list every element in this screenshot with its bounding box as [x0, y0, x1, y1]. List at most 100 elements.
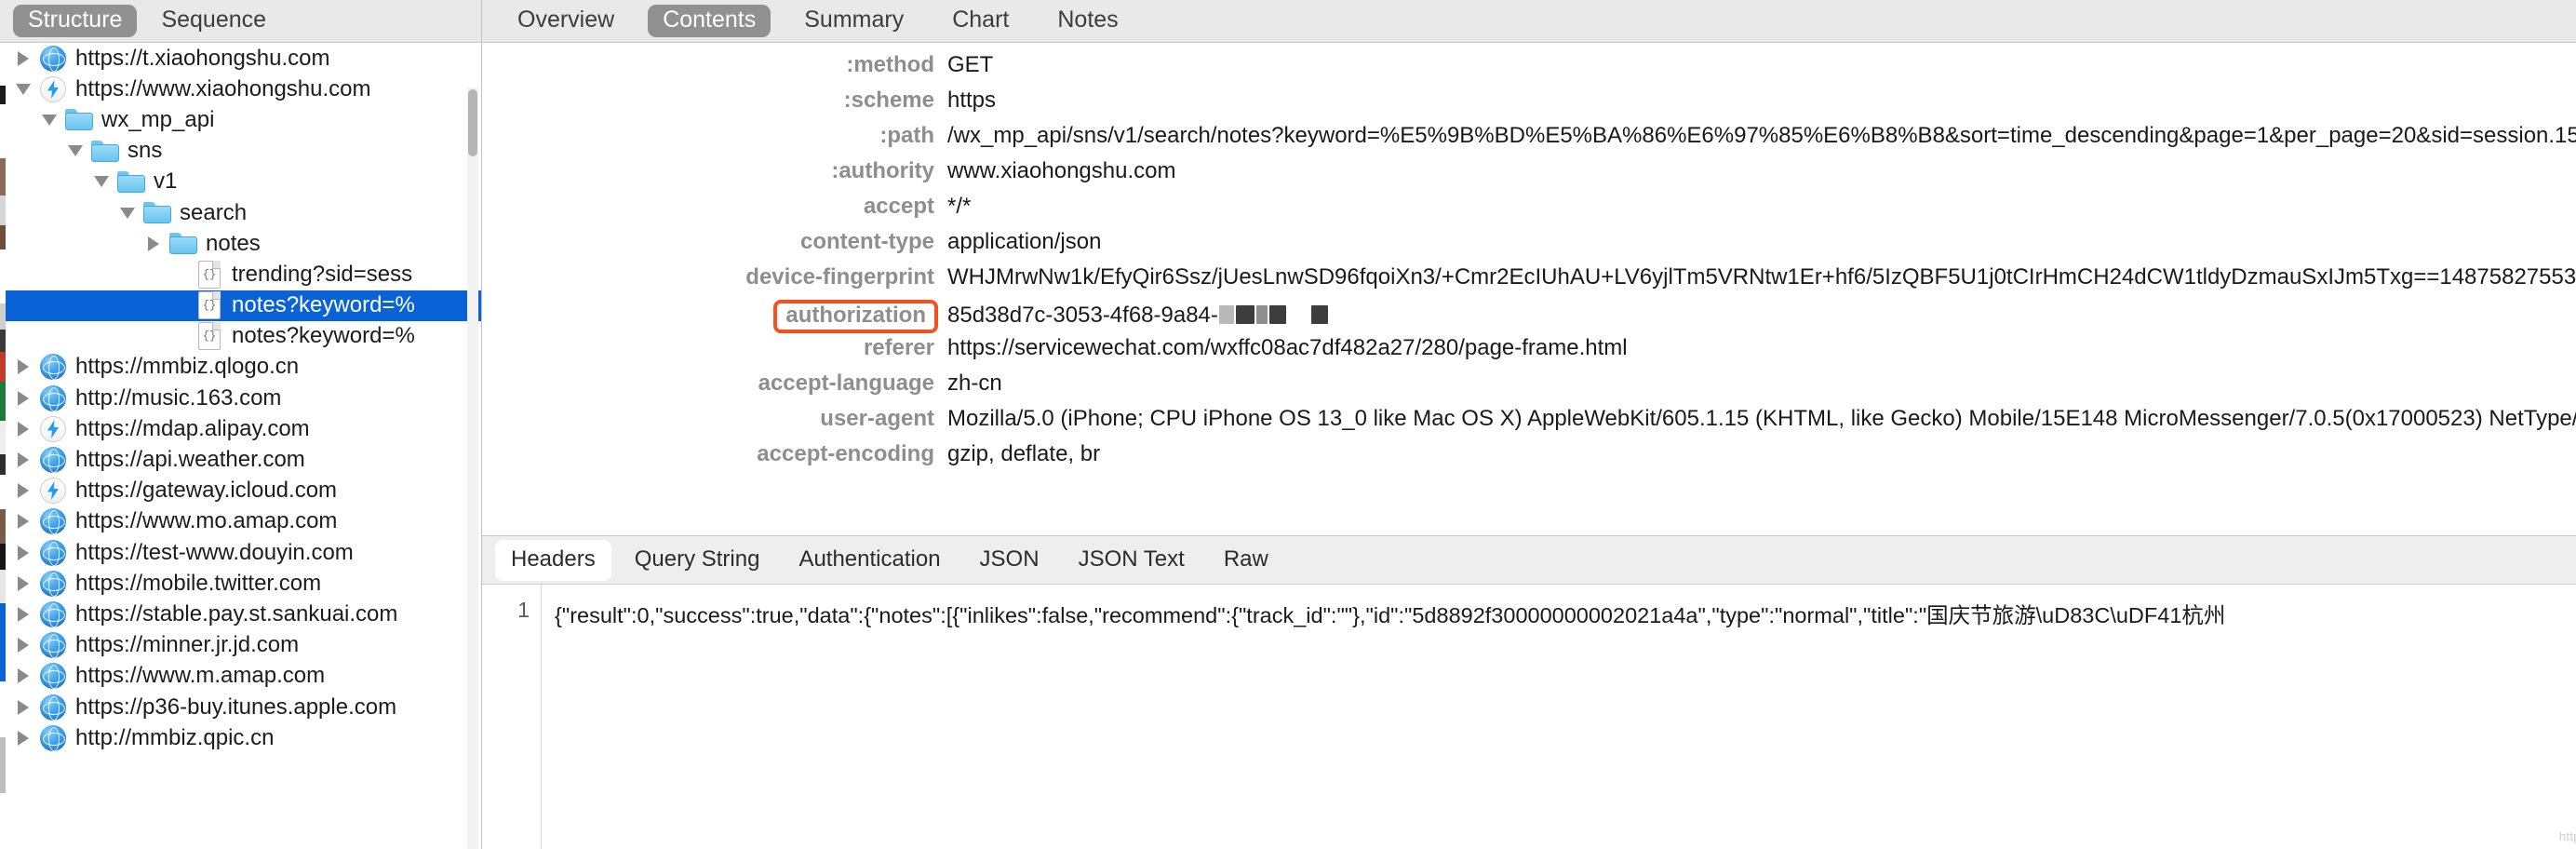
response-body-text: {"result":0,"success":true,"data":{"note… [555, 603, 2226, 627]
tree-row[interactable]: https://test-www.douyin.com [0, 537, 481, 568]
json-file-icon: {} [198, 322, 221, 351]
header-row[interactable]: referer https://servicewechat.com/wxffc08… [482, 335, 2576, 371]
redaction-block [1255, 305, 1268, 324]
tab-summary[interactable]: Summary [789, 5, 919, 37]
response-body-viewer[interactable]: 1 {"result":0,"success":true,"data":{"no… [482, 585, 2576, 849]
tree-row-selected[interactable]: {} notes?keyword=% [0, 290, 481, 321]
folder-icon [65, 109, 93, 131]
header-row[interactable]: accept */* [482, 194, 2576, 229]
header-value: GET [947, 52, 994, 77]
chevron-right-icon[interactable] [13, 359, 34, 375]
chevron-right-icon[interactable] [13, 699, 34, 715]
header-value: WHJMrwNw1k/EfyQir6Ssz/jUesLnwSD96fqoiXn3… [947, 264, 2576, 290]
header-key-cell: referer [482, 335, 947, 361]
body-tab-authentication[interactable]: Authentication [783, 540, 956, 581]
tree-row[interactable]: wx_mp_api [0, 104, 481, 135]
tree-row[interactable]: http://music.163.com [0, 383, 481, 413]
chevron-right-icon[interactable] [13, 50, 34, 66]
chevron-right-icon[interactable] [13, 730, 34, 746]
tree-row[interactable]: notes [0, 228, 481, 259]
tree-row[interactable]: https://www.m.amap.com [0, 661, 481, 692]
header-value-cell: GET [947, 52, 2576, 78]
header-key: device-fingerprint [745, 264, 934, 290]
chevron-right-icon[interactable] [13, 545, 34, 560]
header-row[interactable]: authorization 85d38d7c-3053-4f68-9a84- [482, 300, 2576, 335]
tree-row[interactable]: https://mdap.alipay.com [0, 413, 481, 444]
tree-row-icon [39, 724, 67, 752]
tree-row[interactable]: search [0, 197, 481, 228]
tree-row[interactable]: https://stable.pay.st.sankuai.com [0, 599, 481, 629]
tree-scrollbar[interactable] [467, 88, 478, 849]
tree-row-label: http://mmbiz.qpic.cn [75, 724, 275, 750]
body-tab-headers[interactable]: Headers [495, 539, 611, 581]
body-tab-json[interactable]: JSON [964, 540, 1055, 581]
globe-icon [40, 600, 66, 627]
tree-row[interactable]: http://mmbiz.qpic.cn [0, 722, 481, 753]
chevron-down-icon[interactable] [13, 83, 34, 95]
chevron-right-icon[interactable] [13, 514, 34, 530]
chevron-right-icon[interactable] [13, 606, 34, 622]
chevron-down-icon[interactable] [117, 207, 138, 219]
tree-scrollbar-thumb[interactable] [468, 89, 477, 156]
tab-structure[interactable]: Structure [13, 5, 138, 37]
chevron-right-icon[interactable] [13, 638, 34, 654]
body-tab-query-string[interactable]: Query String [619, 540, 776, 581]
tab-overview[interactable]: Overview [503, 5, 629, 37]
header-row[interactable]: :path/wx_mp_api/sns/v1/search/notes?keyw… [482, 123, 2576, 158]
chevron-right-icon[interactable] [13, 575, 34, 591]
tree-row-label: https://www.m.amap.com [75, 663, 326, 689]
chevron-right-icon[interactable] [13, 483, 34, 499]
header-row[interactable]: accept-encoding gzip, deflate, br [482, 441, 2576, 477]
tree-row[interactable]: https://mobile.twitter.com [0, 568, 481, 599]
header-key: user-agent [820, 406, 934, 431]
header-row[interactable]: content-type application/json [482, 229, 2576, 264]
tree-row[interactable]: https://www.mo.amap.com [0, 506, 481, 537]
header-row[interactable]: :method GET [482, 52, 2576, 88]
header-value-cell: gzip, deflate, br [947, 441, 2576, 467]
tree-row-icon: {} [195, 291, 223, 320]
header-row[interactable]: accept-language zh-cn [482, 371, 2576, 406]
tree-row[interactable]: https://mmbiz.qlogo.cn [0, 352, 481, 383]
tree-row[interactable]: https://t.xiaohongshu.com [0, 43, 481, 74]
tab-chart[interactable]: Chart [937, 5, 1024, 37]
header-key: :scheme [843, 88, 934, 113]
chevron-right-icon[interactable] [13, 452, 34, 468]
header-row[interactable]: :authority www.xiaohongshu.com [482, 158, 2576, 194]
tree-row[interactable]: https://www.xiaohongshu.com [0, 74, 481, 104]
tree-row[interactable]: {} notes?keyword=% [0, 321, 481, 352]
tree-row[interactable]: https://minner.jr.jd.com [0, 630, 481, 661]
globe-icon [40, 694, 66, 721]
chevron-down-icon[interactable] [39, 114, 60, 126]
tree-row[interactable]: https://p36-buy.itunes.apple.com [0, 692, 481, 722]
tree-row-icon [39, 446, 67, 474]
tree-row-label: https://stable.pay.st.sankuai.com [75, 600, 398, 627]
header-row[interactable]: :scheme https [482, 88, 2576, 123]
tree-row-label: v1 [154, 168, 178, 195]
chevron-right-icon[interactable] [13, 390, 34, 406]
chevron-right-icon[interactable] [13, 668, 34, 684]
header-value-cell: /wx_mp_api/sns/v1/search/notes?keyword=%… [947, 123, 2576, 149]
tab-notes[interactable]: Notes [1042, 5, 1133, 37]
tree-row[interactable]: https://gateway.icloud.com [0, 476, 481, 506]
header-key-cell: device-fingerprint [482, 264, 947, 290]
globe-icon [40, 724, 66, 751]
tree-row[interactable]: {} trending?sid=sess [0, 259, 481, 290]
header-row[interactable]: user-agent Mozilla/5.0 (iPhone; CPU iPhon… [482, 406, 2576, 441]
bolt-icon [40, 478, 66, 505]
tree-row[interactable]: sns [0, 136, 481, 167]
body-tab-raw[interactable]: Raw [1208, 540, 1284, 581]
chevron-down-icon[interactable] [91, 176, 112, 188]
tree-row[interactable]: v1 [0, 167, 481, 197]
folder-icon [169, 233, 197, 255]
chevron-down-icon[interactable] [65, 145, 86, 157]
body-tab-json-text[interactable]: JSON Text [1063, 540, 1201, 581]
tree-row[interactable]: https://api.weather.com [0, 444, 481, 475]
tab-sequence[interactable]: Sequence [146, 5, 281, 37]
tree-row-icon: {} [195, 260, 223, 289]
tab-contents[interactable]: Contents [648, 5, 771, 37]
header-row[interactable]: device-fingerprint WHJMrwNw1k/EfyQir6Ssz/… [482, 264, 2576, 300]
chevron-right-icon[interactable] [13, 421, 34, 437]
tree-row-label: sns [127, 138, 163, 164]
chevron-right-icon[interactable] [143, 236, 164, 251]
globe-icon [40, 663, 66, 690]
